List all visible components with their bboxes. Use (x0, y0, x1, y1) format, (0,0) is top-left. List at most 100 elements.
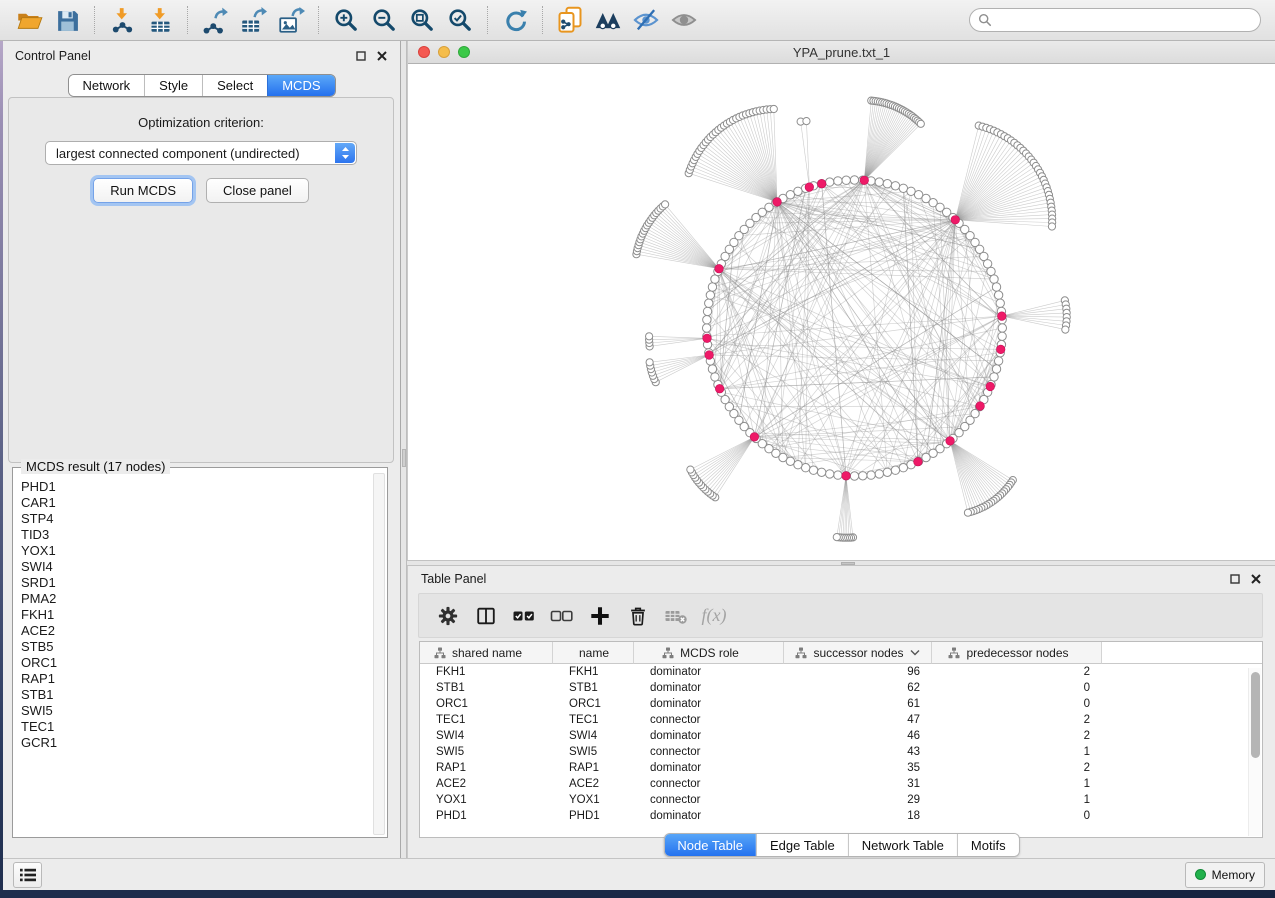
cell-predecessor-nodes[interactable]: 2 (932, 760, 1102, 776)
mcds-result-item[interactable]: YOX1 (21, 543, 372, 559)
cell-successor-nodes[interactable]: 62 (784, 680, 932, 696)
cell-predecessor-nodes[interactable]: 2 (932, 712, 1102, 728)
table-settings-button[interactable] (429, 597, 467, 635)
run-mcds-button[interactable]: Run MCDS (93, 178, 193, 203)
cell-shared-name[interactable]: ACE2 (420, 776, 553, 792)
cell-successor-nodes[interactable]: 18 (784, 808, 932, 824)
cell-successor-nodes[interactable]: 35 (784, 760, 932, 776)
cell-shared-name[interactable]: FKH1 (420, 664, 553, 680)
table-row[interactable]: ORC1 ORC1 dominator 61 0 (420, 696, 1247, 712)
cell-name[interactable]: ACE2 (553, 776, 634, 792)
mcds-result-item[interactable]: STB1 (21, 687, 372, 703)
cell-successor-nodes[interactable]: 47 (784, 712, 932, 728)
cell-name[interactable]: RAP1 (553, 760, 634, 776)
deselect-all-rows-button[interactable] (543, 597, 581, 635)
mcds-result-item[interactable]: PHD1 (21, 479, 372, 495)
select-all-rows-button[interactable] (505, 597, 543, 635)
column-header[interactable]: MCDS role (634, 642, 784, 664)
close-panel-icon[interactable] (1250, 573, 1262, 585)
export-network-button[interactable] (196, 1, 234, 39)
float-panel-icon[interactable] (1229, 573, 1241, 585)
mcds-result-item[interactable]: STB5 (21, 639, 372, 655)
cell-mcds-role[interactable]: connector (634, 792, 784, 808)
cell-successor-nodes[interactable]: 61 (784, 696, 932, 712)
cell-predecessor-nodes[interactable]: 0 (932, 696, 1102, 712)
cell-successor-nodes[interactable]: 46 (784, 728, 932, 744)
close-panel-icon[interactable] (376, 50, 388, 62)
function-builder-button[interactable]: f(x) (695, 597, 733, 635)
cell-name[interactable]: SWI5 (553, 744, 634, 760)
delete-columns-button[interactable] (619, 597, 657, 635)
mcds-result-item[interactable]: CAR1 (21, 495, 372, 511)
mcds-result-item[interactable]: ACE2 (21, 623, 372, 639)
table-row[interactable]: RAP1 RAP1 dominator 35 2 (420, 760, 1247, 776)
cell-mcds-role[interactable]: connector (634, 776, 784, 792)
table-row[interactable]: STB1 STB1 dominator 62 0 (420, 680, 1247, 696)
mcds-result-item[interactable]: SRD1 (21, 575, 372, 591)
network-canvas[interactable] (408, 64, 1275, 560)
cell-successor-nodes[interactable]: 31 (784, 776, 932, 792)
float-panel-icon[interactable] (355, 50, 367, 62)
save-session-button[interactable] (48, 1, 86, 39)
zoom-fit-button[interactable] (403, 1, 441, 39)
apply-layout-button[interactable] (496, 1, 534, 39)
cell-shared-name[interactable]: SWI5 (420, 744, 553, 760)
table-scrollbar[interactable] (1248, 668, 1261, 836)
export-image-button[interactable] (272, 1, 310, 39)
status-list-button[interactable] (13, 862, 42, 888)
cell-shared-name[interactable]: ORC1 (420, 696, 553, 712)
cell-predecessor-nodes[interactable]: 1 (932, 776, 1102, 792)
cell-shared-name[interactable]: STB1 (420, 680, 553, 696)
cell-name[interactable]: SWI4 (553, 728, 634, 744)
cell-predecessor-nodes[interactable]: 1 (932, 744, 1102, 760)
toggle-column-view-button[interactable] (467, 597, 505, 635)
cell-mcds-role[interactable]: connector (634, 712, 784, 728)
cell-successor-nodes[interactable]: 29 (784, 792, 932, 808)
search-input[interactable] (997, 13, 1252, 28)
control-panel-tab[interactable]: MCDS (267, 75, 334, 96)
mcds-result-item[interactable]: GCR1 (21, 735, 372, 751)
splitter-grip[interactable] (841, 562, 855, 565)
new-network-from-selection-button[interactable] (551, 1, 589, 39)
open-session-button[interactable] (10, 1, 48, 39)
table-row[interactable]: SWI5 SWI5 connector 43 1 (420, 744, 1247, 760)
search-box[interactable] (969, 8, 1261, 32)
cell-mcds-role[interactable]: dominator (634, 680, 784, 696)
mcds-result-item[interactable]: FKH1 (21, 607, 372, 623)
column-header[interactable]: predecessor nodes (932, 642, 1102, 664)
network-window-titlebar[interactable]: YPA_prune.txt_1 (408, 41, 1275, 64)
mcds-result-item[interactable]: STP4 (21, 511, 372, 527)
cell-name[interactable]: PHD1 (553, 808, 634, 824)
cell-successor-nodes[interactable]: 96 (784, 664, 932, 680)
cell-shared-name[interactable]: PHD1 (420, 808, 553, 824)
export-table-button[interactable] (234, 1, 272, 39)
column-header[interactable]: successor nodes (784, 642, 932, 664)
zoom-in-button[interactable] (327, 1, 365, 39)
mcds-result-item[interactable]: PMA2 (21, 591, 372, 607)
import-table-button[interactable] (141, 1, 179, 39)
table-tab[interactable]: Motifs (957, 834, 1019, 856)
cell-shared-name[interactable]: RAP1 (420, 760, 553, 776)
zoom-out-button[interactable] (365, 1, 403, 39)
cell-mcds-role[interactable]: dominator (634, 664, 784, 680)
cell-name[interactable]: FKH1 (553, 664, 634, 680)
cell-name[interactable]: ORC1 (553, 696, 634, 712)
column-header[interactable]: shared name (420, 642, 553, 664)
table-row[interactable]: FKH1 FKH1 dominator 96 2 (420, 664, 1247, 680)
scrollbar-thumb[interactable] (1251, 672, 1260, 758)
cell-predecessor-nodes[interactable]: 2 (932, 728, 1102, 744)
splitter-grip[interactable] (402, 449, 406, 467)
optimization-criterion-select[interactable]: largest connected component (undirected) (45, 141, 357, 165)
cell-name[interactable]: TEC1 (553, 712, 634, 728)
mcds-result-item[interactable]: TEC1 (21, 719, 372, 735)
mcds-result-item[interactable]: RAP1 (21, 671, 372, 687)
column-header[interactable]: name (553, 642, 634, 664)
cell-shared-name[interactable]: YOX1 (420, 792, 553, 808)
first-neighbors-button[interactable] (589, 1, 627, 39)
cell-shared-name[interactable]: SWI4 (420, 728, 553, 744)
table-tab[interactable]: Node Table (664, 834, 756, 856)
cell-predecessor-nodes[interactable]: 0 (932, 808, 1102, 824)
create-column-button[interactable] (581, 597, 619, 635)
show-graphics-details-button[interactable] (665, 1, 703, 39)
table-row[interactable]: YOX1 YOX1 connector 29 1 (420, 792, 1247, 808)
